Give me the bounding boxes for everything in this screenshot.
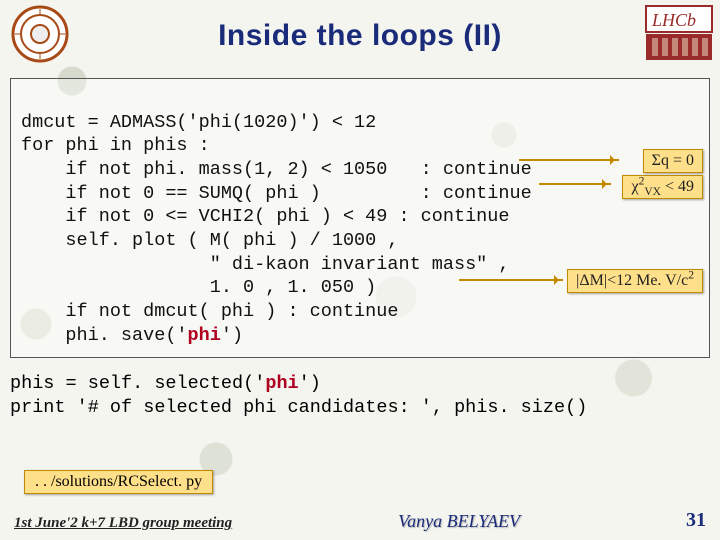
- lhcb-logo-icon: LHCb: [644, 4, 714, 67]
- callout-sigma-q: Σq = 0: [643, 149, 703, 173]
- seal-icon: [10, 4, 70, 69]
- code-line: print '# of selected phi candidates: ', …: [10, 397, 587, 418]
- code-block: dmcut = ADMASS('phi(1020)') < 12 for phi…: [21, 87, 699, 347]
- footer: 1st June'2 k+7 LBD group meeting Vanya B…: [0, 509, 720, 532]
- footer-author: Vanya BELYAEV: [398, 511, 520, 532]
- callout-chi2vx: χ2VX < 49: [622, 175, 703, 199]
- header: Inside the loops (II) LHCb: [0, 0, 720, 72]
- svg-text:LHCb: LHCb: [651, 10, 696, 30]
- code-line: if not 0 == SUMQ( phi ) : continue: [21, 183, 532, 204]
- code-line: for phi in phis :: [21, 135, 210, 156]
- connector-line: [459, 279, 563, 281]
- callout-delta-m: |ΔM|<12 Me. V/c2: [567, 269, 703, 293]
- code-box: dmcut = ADMASS('phi(1020)') < 12 for phi…: [10, 78, 710, 358]
- page-number: 31: [686, 509, 706, 532]
- code-line: self. plot ( M( phi ) / 1000 ,: [21, 230, 398, 251]
- path-callout: . . /solutions/RCSelect. py: [24, 470, 213, 494]
- code-line: 1. 0 , 1. 050 ): [21, 277, 376, 298]
- code-line: phis = self. selected('phi'): [10, 373, 321, 394]
- footer-left: 1st June'2 k+7 LBD group meeting: [14, 515, 232, 532]
- code-line: if not 0 <= VCHI2( phi ) < 49 : continue: [21, 206, 509, 227]
- connector-line: [519, 159, 619, 161]
- page-title: Inside the loops (II): [218, 19, 502, 53]
- connector-line: [539, 183, 611, 185]
- code-line: if not dmcut( phi ) : continue: [21, 301, 398, 322]
- lower-code: phis = self. selected('phi') print '# of…: [10, 372, 710, 420]
- code-line: if not phi. mass(1, 2) < 1050 : continue: [21, 159, 532, 180]
- code-line: " di-kaon invariant mass" ,: [21, 254, 509, 275]
- code-line: dmcut = ADMASS('phi(1020)') < 12: [21, 112, 376, 133]
- code-line: phi. save('phi'): [21, 325, 243, 346]
